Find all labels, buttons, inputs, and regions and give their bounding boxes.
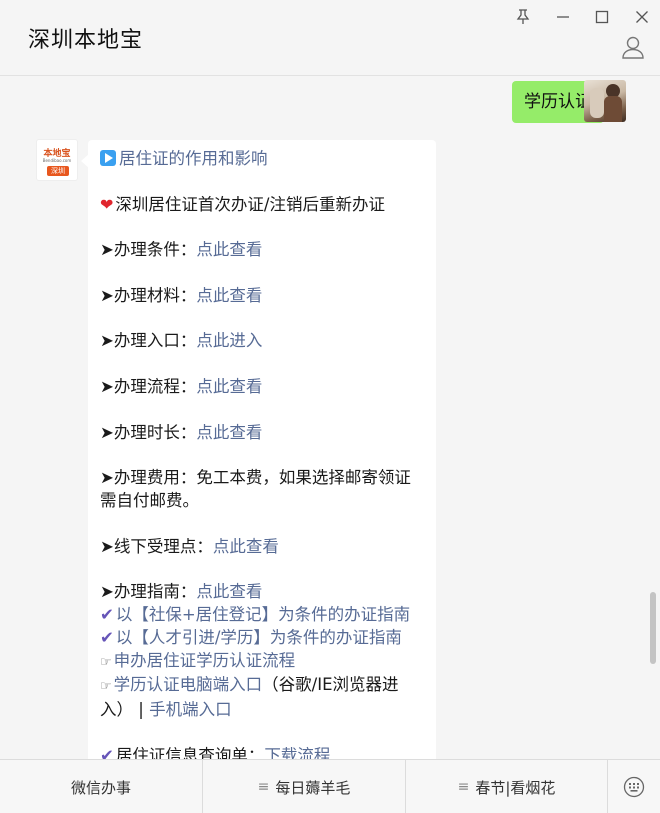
heading-link[interactable]: 居住证的作用和影响: [119, 149, 268, 168]
item-label: ➤办理时长：: [100, 422, 197, 442]
fee-line-2: 需自付邮费。: [100, 490, 199, 510]
pc-entry-note-end: 入）: [100, 700, 133, 720]
item-duration: ➤办理时长：点此查看: [100, 422, 424, 445]
heart-icon: ❤: [100, 194, 114, 214]
menu-spring-festival[interactable]: ≡ 春节|看烟花: [406, 760, 608, 813]
section-title: ❤ 深圳居住证首次办证/注销后重新办证: [100, 194, 424, 217]
selfcheck-label: 居住证信息查询单：: [115, 745, 265, 759]
close-icon[interactable]: [631, 6, 653, 28]
play-icon: [100, 150, 116, 166]
item-process: ➤办理流程：点此查看: [100, 376, 424, 399]
pc-entry-note: （谷歌/IE浏览器进: [262, 675, 399, 695]
selfcheck-link[interactable]: 下载流程: [264, 746, 330, 759]
item-label: ➤办理入口：: [100, 331, 197, 351]
item-guide: ➤办理指南：点此查看: [100, 581, 424, 604]
profile-icon[interactable]: [620, 34, 646, 60]
item-link[interactable]: 点此查看: [196, 240, 262, 259]
item-entry: ➤办理入口：点此进入: [100, 330, 424, 353]
menu-list-icon: ≡: [457, 779, 470, 795]
item-label: ➤线下受理点：: [100, 536, 213, 556]
menu-label: 每日薅羊毛: [275, 778, 351, 797]
menu-wechat-service[interactable]: 微信办事: [0, 760, 203, 813]
title-bar: 深圳本地宝: [0, 0, 660, 76]
guide-link-social: ✔ 以【社保+居住登记】为条件的办证指南: [100, 604, 424, 627]
bottom-menu: 微信办事 ≡ 每日薅羊毛 ≡ 春节|看烟花: [0, 759, 660, 813]
scrollbar-thumb[interactable]: [650, 592, 656, 664]
user-avatar[interactable]: [584, 80, 626, 122]
incoming-message: 居住证的作用和影响 ❤ 深圳居住证首次办证/注销后重新办证 ➤办理条件：点此查看 …: [81, 140, 436, 759]
guide-link[interactable]: 以【人才引进/学历】为条件的办证指南: [116, 628, 402, 647]
heading-line: 居住证的作用和影响: [100, 148, 424, 171]
item-link[interactable]: 点此查看: [196, 377, 262, 396]
keyboard-icon[interactable]: [608, 760, 660, 813]
separator: |: [138, 700, 144, 720]
item-offline: ➤线下受理点：点此查看: [100, 536, 424, 559]
item-link[interactable]: 点此查看: [196, 423, 262, 442]
pc-entry-link[interactable]: 学历认证电脑端入口: [114, 675, 263, 694]
pointing-hand-icon: ☞: [100, 679, 112, 695]
pin-icon[interactable]: [512, 6, 534, 28]
chat-title: 深圳本地宝: [28, 28, 144, 53]
logo-city: 深圳: [47, 166, 69, 176]
logo-domain: Bendibao.com: [42, 158, 72, 163]
guide-link-talent: ✔ 以【人才引进/学历】为条件的办证指南: [100, 627, 424, 650]
item-link[interactable]: 点此查看: [196, 582, 262, 601]
flow-link[interactable]: 申办居住证学历认证流程: [114, 651, 296, 670]
item-link[interactable]: 点此查看: [213, 537, 279, 556]
item-label: ➤办理条件：: [100, 240, 197, 260]
check-icon: ✔: [100, 627, 114, 647]
pc-entry-line-2: 入） | 手机端入口: [100, 699, 424, 722]
item-label: ➤办理材料：: [100, 285, 197, 305]
item-link[interactable]: 点此进入: [196, 331, 262, 350]
flow-link-line: ☞ 申办居住证学历认证流程: [100, 650, 424, 675]
item-label: ➤办理指南：: [100, 582, 197, 602]
pc-entry-line: ☞ 学历认证电脑端入口（谷歌/IE浏览器进: [100, 674, 424, 699]
menu-label: 春节|看烟花: [475, 778, 556, 797]
menu-label: 微信办事: [70, 778, 131, 797]
item-conditions: ➤办理条件：点此查看: [100, 239, 424, 262]
fee-line-1: ➤办理费用：免工本费，如果选择邮寄领证: [100, 468, 411, 488]
selfcheck-line: ✔ 居住证信息查询单：下载流程: [100, 745, 424, 759]
item-label: ➤办理流程：: [100, 376, 197, 396]
section-title-text: 深圳居住证首次办证/注销后重新办证: [115, 194, 385, 214]
bendibao-avatar[interactable]: 本地宝 Bendibao.com 深圳: [36, 139, 78, 181]
menu-list-icon: ≡: [257, 779, 270, 795]
menu-daily-deals[interactable]: ≡ 每日薅羊毛: [203, 760, 406, 813]
item-link[interactable]: 点此查看: [196, 286, 262, 305]
item-materials: ➤办理材料：点此查看: [100, 285, 424, 308]
check-icon: ✔: [100, 745, 114, 759]
guide-link[interactable]: 以【社保+居住登记】为条件的办证指南: [116, 605, 410, 624]
check-icon: ✔: [100, 604, 114, 624]
mobile-entry-link[interactable]: 手机端入口: [149, 700, 232, 719]
minimize-icon[interactable]: [552, 6, 574, 28]
chat-area: 学历认证 本地宝 Bendibao.com 深圳 居住证的作用和影响 ❤ 深圳居住…: [0, 77, 660, 759]
maximize-icon[interactable]: [591, 6, 613, 28]
pointing-hand-icon: ☞: [100, 654, 112, 670]
